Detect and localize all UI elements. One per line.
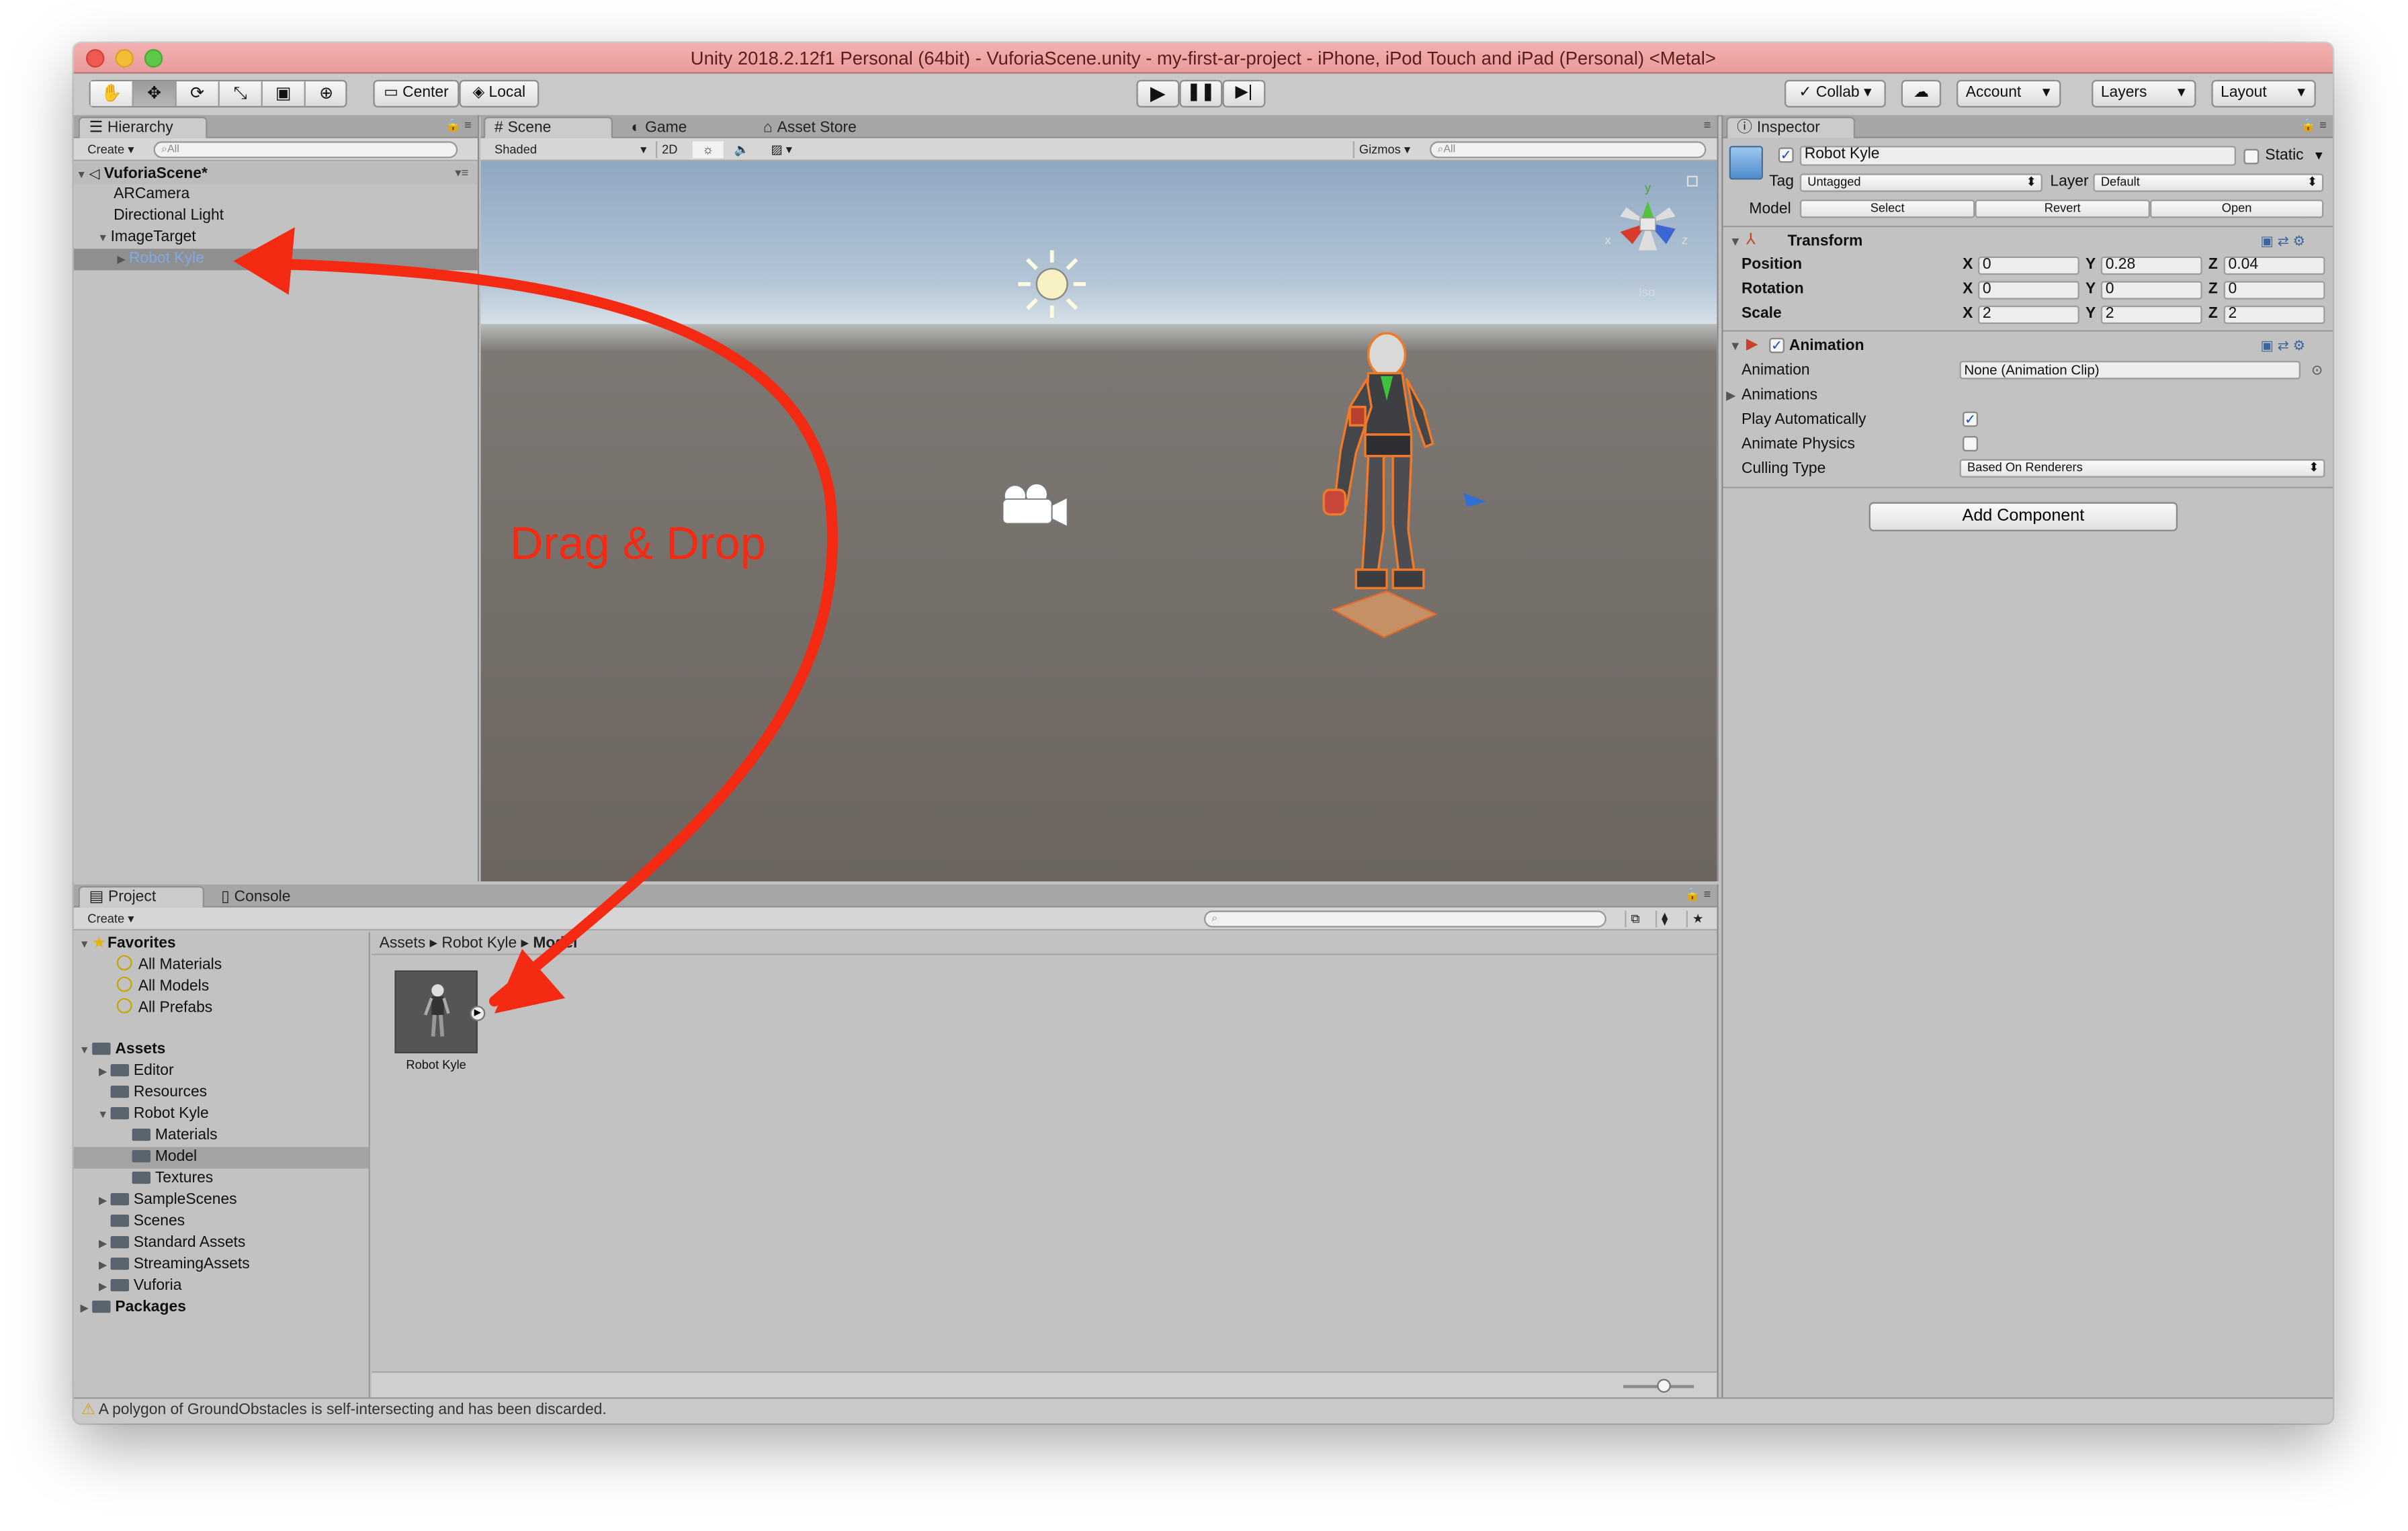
arrow-head-hierarchy (233, 227, 295, 295)
arrow-head-asset (494, 949, 566, 1014)
drag-drop-label: Drag & Drop (510, 517, 766, 569)
drag-arrow-path (278, 259, 838, 1007)
drag-drop-annotation: Drag & Drop (233, 227, 838, 1014)
